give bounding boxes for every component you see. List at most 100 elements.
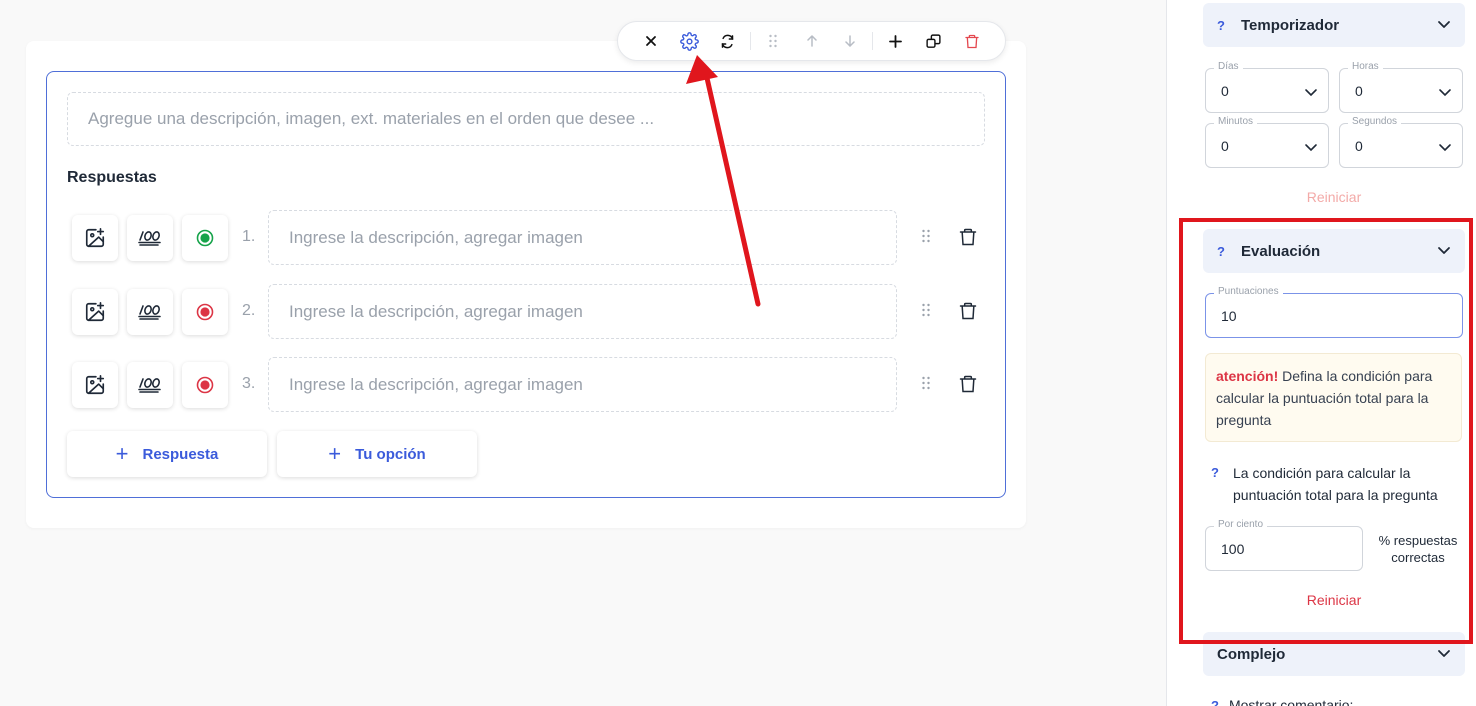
plus-icon: + bbox=[115, 441, 129, 466]
gear-icon bbox=[680, 31, 699, 51]
help-icon[interactable]: ? bbox=[1211, 698, 1219, 706]
add-image-button[interactable] bbox=[72, 289, 118, 335]
incorrect-toggle[interactable] bbox=[182, 362, 228, 408]
help-icon[interactable]: ? bbox=[1211, 462, 1219, 484]
add-answer-button[interactable]: + Respuesta bbox=[67, 431, 267, 477]
delete-answer-button[interactable] bbox=[958, 373, 980, 397]
drag-handle-icon bbox=[922, 229, 930, 243]
move-down-button[interactable] bbox=[831, 27, 869, 55]
drag-handle-icon bbox=[922, 376, 930, 390]
seconds-select[interactable]: Segundos 0 bbox=[1339, 116, 1463, 168]
answer-drag-handle[interactable] bbox=[921, 303, 935, 321]
answer-drag-handle[interactable] bbox=[921, 376, 935, 394]
hundred-points-icon bbox=[138, 378, 161, 393]
days-label: Días bbox=[1214, 61, 1243, 72]
chevron-down-icon bbox=[1438, 247, 1450, 254]
minutes-select[interactable]: Minutos 0 bbox=[1205, 116, 1329, 168]
arrow-down-icon bbox=[845, 35, 855, 47]
timer-title: Temporizador bbox=[1241, 16, 1340, 34]
plus-icon bbox=[888, 34, 902, 48]
score-button[interactable] bbox=[127, 215, 173, 261]
warning-strong: atención! bbox=[1216, 368, 1279, 384]
show-comment-option[interactable]: ? Mostrar comentario: bbox=[1211, 697, 1353, 706]
answer-input[interactable]: Ingrese la descripción, agregar imagen bbox=[268, 210, 897, 265]
hundred-points-icon bbox=[138, 231, 161, 246]
add-option-label: Tu opción bbox=[355, 445, 426, 463]
duplicate-button[interactable] bbox=[914, 27, 952, 55]
delete-question-button[interactable] bbox=[953, 27, 991, 55]
answer-row: 3. Ingrese la descripción, agregar image… bbox=[72, 357, 982, 412]
percent-unit-label: % respuestas correctas bbox=[1378, 533, 1458, 565]
show-comment-label: Mostrar comentario: bbox=[1228, 697, 1354, 706]
minutes-label: Minutos bbox=[1214, 116, 1258, 127]
hours-label: Horas bbox=[1348, 61, 1383, 72]
answer-number: 1. bbox=[242, 228, 256, 245]
add-image-button[interactable] bbox=[72, 362, 118, 408]
toolbar-divider bbox=[750, 32, 752, 50]
percent-input[interactable]: Por ciento 100 bbox=[1205, 519, 1363, 571]
percent-value: 100 bbox=[1221, 541, 1245, 557]
seconds-value: 0 bbox=[1355, 138, 1363, 154]
delete-answer-button[interactable] bbox=[958, 226, 980, 250]
move-handle-button[interactable] bbox=[754, 27, 792, 55]
answer-drag-handle[interactable] bbox=[921, 229, 935, 247]
close-button[interactable] bbox=[632, 27, 670, 55]
question-toolbar bbox=[617, 21, 1006, 61]
timer-reset-button[interactable]: Reiniciar bbox=[1203, 189, 1465, 205]
settings-button[interactable] bbox=[670, 27, 708, 55]
chevron-down-icon bbox=[1305, 144, 1317, 152]
chevron-down-icon bbox=[1439, 89, 1451, 97]
answer-input[interactable]: Ingrese la descripción, agregar imagen bbox=[268, 357, 897, 412]
image-add-icon bbox=[85, 375, 105, 395]
chevron-down-icon bbox=[1438, 21, 1450, 28]
help-icon[interactable]: ? bbox=[1217, 18, 1241, 33]
chevron-down-icon bbox=[1439, 144, 1451, 152]
evaluation-reset-button[interactable]: Reiniciar bbox=[1203, 592, 1465, 608]
condition-description: ? La condición para calcular la puntuaci… bbox=[1211, 462, 1461, 506]
score-button[interactable] bbox=[127, 289, 173, 335]
correct-toggle[interactable] bbox=[182, 215, 228, 261]
add-image-button[interactable] bbox=[72, 215, 118, 261]
add-button[interactable] bbox=[876, 27, 914, 55]
arrow-up-icon bbox=[806, 35, 817, 47]
plus-icon: + bbox=[328, 441, 342, 466]
move-up-button[interactable] bbox=[792, 27, 830, 55]
drag-handle-icon bbox=[922, 303, 930, 317]
change-type-button[interactable] bbox=[709, 27, 747, 55]
delete-answer-button[interactable] bbox=[958, 300, 980, 324]
image-add-icon bbox=[85, 302, 105, 322]
evaluation-section-header[interactable]: ? Evaluación bbox=[1203, 229, 1465, 273]
chevron-down-icon bbox=[1305, 89, 1317, 97]
help-icon[interactable]: ? bbox=[1217, 244, 1241, 259]
refresh-icon bbox=[722, 34, 734, 48]
incorrect-toggle[interactable] bbox=[182, 289, 228, 335]
seconds-label: Segundos bbox=[1348, 116, 1402, 127]
trash-icon bbox=[959, 302, 977, 320]
timer-section-header[interactable]: ? Temporizador bbox=[1203, 3, 1465, 47]
condition-text: La condición para calcular la puntuación… bbox=[1233, 465, 1438, 503]
score-value: 10 bbox=[1221, 308, 1237, 324]
days-value: 0 bbox=[1221, 83, 1229, 99]
description-input[interactable]: Agregue una descripción, imagen, ext. ma… bbox=[67, 92, 985, 146]
add-answer-label: Respuesta bbox=[142, 445, 219, 463]
score-label: Puntuaciones bbox=[1214, 286, 1283, 297]
incorrect-radio-icon bbox=[196, 376, 214, 394]
answer-row: 1. Ingrese la descripción, agregar image… bbox=[72, 210, 982, 265]
drag-handle-icon bbox=[769, 34, 777, 48]
complex-section-header[interactable]: Complejo bbox=[1203, 632, 1465, 676]
incorrect-radio-icon bbox=[196, 303, 214, 321]
score-button[interactable] bbox=[127, 362, 173, 408]
toolbar-divider bbox=[872, 32, 874, 50]
trash-icon bbox=[959, 228, 977, 246]
answer-number: 3. bbox=[242, 375, 256, 392]
answers-title: Respuestas bbox=[67, 169, 157, 186]
correct-radio-icon bbox=[196, 229, 214, 247]
answer-input[interactable]: Ingrese la descripción, agregar imagen bbox=[268, 284, 897, 339]
days-select[interactable]: Días 0 bbox=[1205, 61, 1329, 113]
evaluation-title: Evaluación bbox=[1241, 242, 1321, 260]
add-option-button[interactable]: + Tu opción bbox=[277, 431, 477, 477]
answer-number: 2. bbox=[242, 302, 256, 319]
hours-value: 0 bbox=[1355, 83, 1363, 99]
score-input[interactable]: Puntuaciones 10 bbox=[1205, 286, 1463, 338]
hours-select[interactable]: Horas 0 bbox=[1339, 61, 1463, 113]
